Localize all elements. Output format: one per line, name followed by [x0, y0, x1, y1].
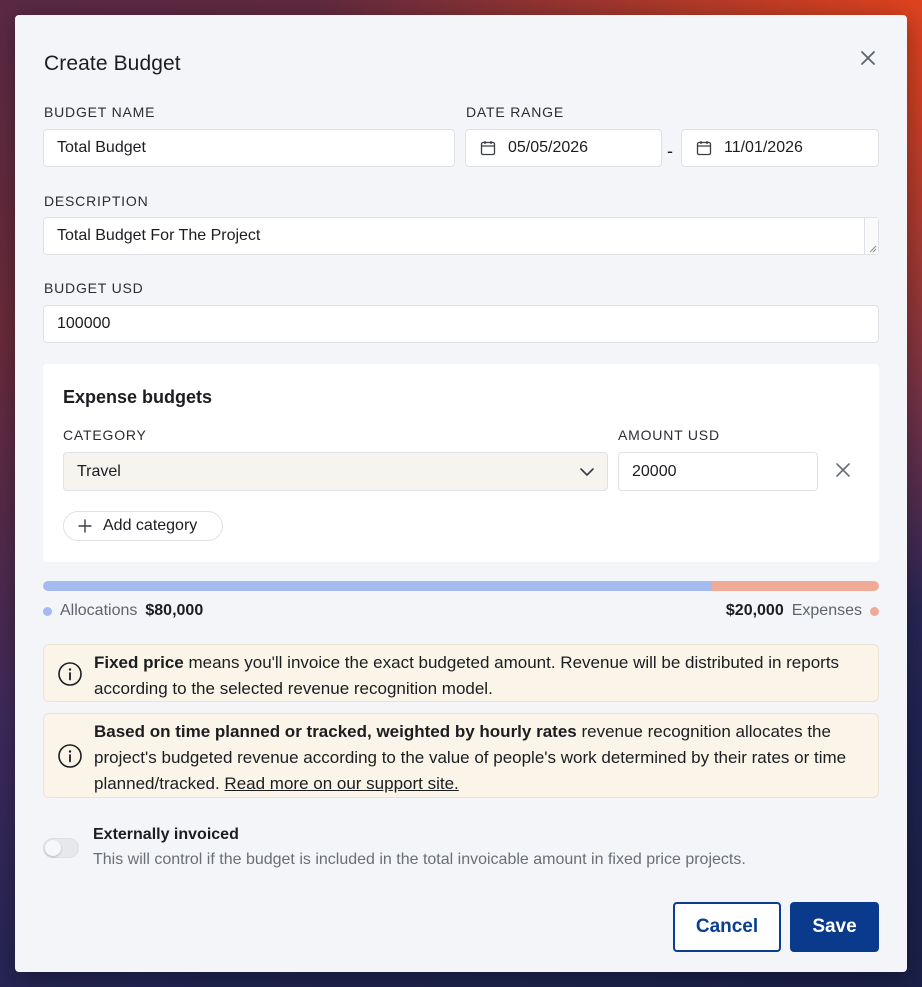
cancel-button[interactable]: Cancel: [673, 902, 781, 952]
toggle-knob: [45, 840, 61, 856]
budget-usd-input[interactable]: 100000: [43, 305, 879, 343]
save-button[interactable]: Save: [790, 902, 879, 952]
close-icon: [861, 51, 875, 65]
fixed-price-info: Fixed price means you'll invoice the exa…: [43, 644, 879, 702]
expense-budgets-title: Expense budgets: [63, 387, 213, 407]
amount-input[interactable]: 20000: [618, 452, 818, 491]
fixed-price-bold: Fixed price: [94, 653, 184, 672]
allocations-label: Allocations: [60, 602, 138, 619]
revenue-recognition-bold: Based on time planned or tracked, weight…: [94, 722, 577, 741]
allocations-legend: Allocations $80,000: [43, 602, 203, 620]
description-textarea[interactable]: Total Budget For The Project: [43, 217, 879, 255]
fixed-price-text: means you'll invoice the exact budgeted …: [94, 653, 840, 698]
expenses-dot: [870, 606, 879, 616]
plus-icon: [78, 519, 92, 533]
budget-name-input[interactable]: Total Budget: [43, 129, 455, 167]
close-button[interactable]: [858, 48, 878, 68]
date-range-label: DATE RANGE: [466, 104, 564, 120]
description-value: Total Budget For The Project: [57, 227, 261, 244]
expenses-bar-segment: [711, 581, 879, 591]
create-budget-dialog: Create Budget BUDGET NAME Total Budget D…: [15, 15, 907, 972]
allocations-dot: [43, 606, 52, 616]
allocations-bar-segment: [43, 581, 712, 591]
textarea-resize-handle[interactable]: [864, 218, 878, 254]
revenue-recognition-info: Based on time planned or tracked, weight…: [43, 713, 879, 798]
expenses-value: $20,000: [725, 602, 784, 619]
expenses-legend: $20,000 Expenses: [726, 602, 879, 620]
externally-invoiced-toggle[interactable]: [43, 838, 79, 858]
expenses-label: Expenses: [791, 602, 862, 619]
end-date-value: 11/01/2026: [724, 139, 803, 156]
allocation-bar: [43, 581, 879, 591]
start-date-input[interactable]: 05/05/2026: [465, 129, 662, 167]
expense-budgets-card: Expense budgets CATEGORY AMOUNT USD Trav…: [43, 364, 879, 562]
externally-invoiced-title: Externally invoiced: [93, 826, 239, 843]
start-date-value: 05/05/2026: [508, 139, 589, 156]
calendar-icon: [480, 141, 496, 156]
budget-usd-value: 100000: [57, 315, 111, 332]
description-label: DESCRIPTION: [44, 193, 149, 209]
category-select[interactable]: Travel: [63, 452, 608, 491]
category-label: CATEGORY: [63, 427, 147, 443]
amount-label: AMOUNT USD: [618, 427, 720, 443]
chevron-down-icon: [580, 468, 594, 476]
allocations-value: $80,000: [145, 602, 204, 619]
add-category-button[interactable]: Add category: [63, 511, 223, 541]
budget-usd-label: BUDGET USD: [44, 280, 144, 296]
support-site-link[interactable]: Read more on our support site.: [224, 774, 458, 793]
close-icon: [836, 463, 850, 477]
dialog-title: Create Budget: [44, 52, 181, 75]
add-category-label: Add category: [103, 517, 198, 534]
end-date-input[interactable]: 11/01/2026: [681, 129, 879, 167]
remove-category-button[interactable]: [834, 461, 852, 479]
externally-invoiced-description: This will control if the budget is inclu…: [93, 851, 746, 868]
budget-name-label: BUDGET NAME: [44, 104, 156, 120]
calendar-icon: [696, 141, 712, 156]
info-icon: [58, 662, 82, 686]
amount-value: 20000: [632, 462, 677, 480]
date-range-separator: -: [667, 141, 673, 161]
info-icon: [58, 744, 82, 768]
category-value: Travel: [77, 462, 121, 480]
budget-name-value: Total Budget: [57, 139, 146, 156]
